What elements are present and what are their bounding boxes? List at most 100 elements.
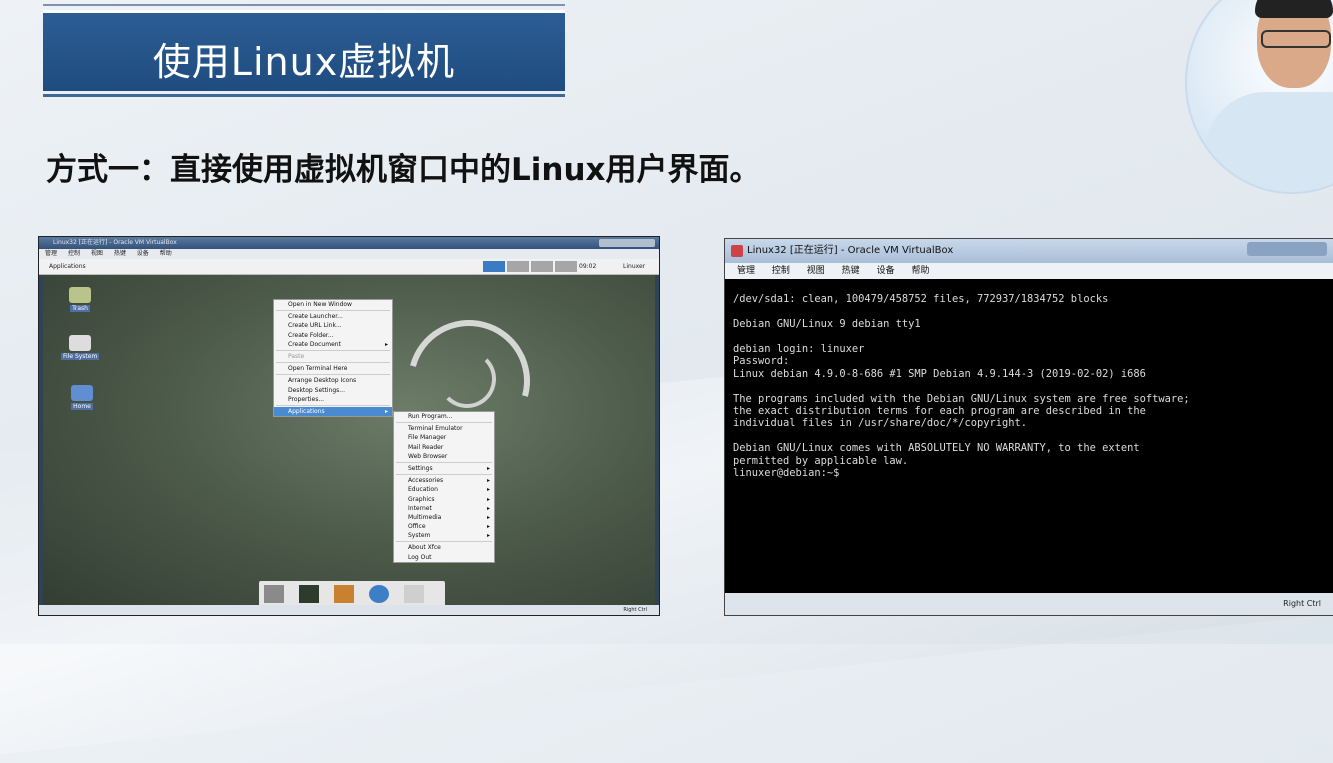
ctx-item[interactable]: Create Folder... [274, 331, 392, 340]
menu-item[interactable]: 帮助 [160, 250, 172, 257]
menu-item[interactable]: 帮助 [911, 266, 929, 276]
app-menu-item[interactable]: Web Browser [394, 452, 494, 461]
panel-clock[interactable]: 09:02 [579, 259, 596, 274]
menu-item[interactable]: 控制 [68, 250, 80, 257]
ctx-item[interactable]: Arrange Desktop Icons [274, 376, 392, 385]
window-controls[interactable] [599, 239, 655, 247]
virtualbox-icon [731, 245, 743, 257]
left-vm-statusbar: Right Ctrl [39, 605, 659, 615]
xfce-dock [259, 581, 445, 607]
right-vm-titlebar[interactable]: Linux32 [正在运行] - Oracle VM VirtualBox [725, 239, 1333, 263]
submenu-arrow-icon: ▸ [384, 340, 388, 348]
menu-item[interactable]: 热键 [114, 250, 126, 257]
ctx-item[interactable]: Create URL Link... [274, 321, 392, 330]
menu-item[interactable]: 热键 [842, 266, 860, 276]
panel-user[interactable]: Linuxer [623, 259, 645, 274]
linux-console[interactable]: /dev/sda1: clean, 100479/458752 files, 7… [733, 281, 1333, 589]
menu-item[interactable]: 管理 [737, 266, 755, 276]
desktop-icon-filesystem[interactable]: File System [61, 335, 100, 360]
web-browser-icon[interactable] [369, 585, 390, 603]
app-menu-item[interactable]: Log Out [394, 553, 494, 562]
app-menu-label: File Manager [408, 434, 447, 442]
trash-icon [69, 287, 91, 303]
app-menu-item[interactable]: Run Program... [394, 412, 494, 421]
window-controls[interactable] [1247, 242, 1327, 256]
submenu-arrow-icon: ▸ [486, 523, 490, 531]
ctx-item[interactable]: Properties... [274, 395, 392, 404]
menu-item[interactable]: 设备 [877, 266, 895, 276]
ctx-item-label: Applications [288, 407, 325, 415]
right-vm-statusbar: Right Ctrl [725, 593, 1333, 615]
app-menu-item[interactable]: Office ▸ [394, 522, 494, 531]
title-rule-bottom [43, 94, 565, 97]
menu-item[interactable]: 视图 [807, 266, 825, 276]
submenu-arrow-icon: ▸ [486, 486, 490, 494]
app-menu-item[interactable]: Terminal Emulator [394, 424, 494, 433]
console-line: /dev/sda1: clean, 100479/458752 files, 7… [733, 293, 1109, 306]
app-menu-item[interactable]: Multimedia ▸ [394, 513, 494, 522]
ctx-item[interactable]: Desktop Settings... [274, 386, 392, 395]
presenter-avatar [1185, 0, 1333, 194]
separator [396, 461, 492, 463]
separator [396, 422, 492, 424]
ctx-item[interactable]: Paste [274, 352, 392, 361]
desktop-icon-home[interactable]: Home [71, 385, 93, 410]
ctx-item[interactable]: Create Launcher... [274, 312, 392, 321]
ctx-item-label: Open in New Window [288, 301, 352, 308]
app-menu-label: Terminal Emulator [408, 425, 463, 433]
separator [276, 362, 390, 364]
ctx-item[interactable]: Open in New Window [274, 300, 392, 309]
xfce-desktop[interactable]: Trash File System Home Open in New Windo… [43, 275, 655, 611]
app-menu-label: Multimedia [408, 513, 442, 521]
submenu-arrow-icon: ▸ [486, 504, 490, 512]
ctx-item-label: Arrange Desktop Icons [288, 377, 357, 385]
app-menu-label: Accessories [408, 477, 444, 485]
separator [276, 349, 390, 351]
app-menu-item[interactable]: File Manager [394, 433, 494, 442]
menu-item[interactable]: 控制 [772, 266, 790, 276]
app-menu-label: Mail Reader [408, 443, 444, 451]
ctx-item[interactable]: Open Terminal Here [274, 364, 392, 373]
left-vm-titlebar[interactable]: Linux32 [正在运行] - Oracle VM VirtualBox [39, 237, 659, 249]
terminal-icon[interactable] [299, 585, 320, 603]
desktop-icon-label: File System [61, 353, 100, 360]
workspace-3[interactable] [531, 261, 553, 272]
app-menu-item[interactable]: Mail Reader [394, 443, 494, 452]
console-line: Debian GNU/Linux comes with ABSOLUTELY N… [733, 442, 1140, 455]
ctx-item-label: Open Terminal Here [288, 365, 348, 373]
app-menu-item[interactable]: Settings ▸ [394, 464, 494, 473]
separator [276, 404, 390, 406]
host-key-label: Right Ctrl [623, 607, 647, 613]
desktop-icon-trash[interactable]: Trash [69, 287, 91, 312]
app-menu-item[interactable]: Education ▸ [394, 485, 494, 494]
app-menu-item[interactable]: Accessories ▸ [394, 476, 494, 485]
submenu-arrow-icon: ▸ [384, 407, 388, 415]
workspace-1[interactable] [483, 261, 505, 272]
menu-item[interactable]: 设备 [137, 250, 149, 257]
menu-item[interactable]: 视图 [91, 250, 103, 257]
console-prompt: linuxer@debian:~$ [733, 467, 840, 480]
submenu-arrow-icon: ▸ [486, 464, 490, 472]
app-menu-item[interactable]: About Xfce [394, 543, 494, 552]
app-menu-label: Internet [408, 504, 432, 512]
app-menu-label: Web Browser [408, 452, 448, 460]
app-menu-item[interactable]: Internet ▸ [394, 504, 494, 513]
app-menu-item[interactable]: System ▸ [394, 531, 494, 540]
ctx-item-applications[interactable]: Applications ▸ [274, 406, 392, 417]
file-manager-icon[interactable] [334, 585, 355, 603]
app-finder-icon[interactable] [404, 585, 425, 603]
app-menu-item[interactable]: Graphics ▸ [394, 495, 494, 504]
console-line: individual files in /usr/share/doc/*/cop… [733, 417, 1028, 430]
ctx-item-label: Properties... [288, 395, 325, 403]
applications-menu-button[interactable]: Applications [49, 259, 86, 274]
show-desktop-icon[interactable] [264, 585, 284, 603]
desktop-icon-label: Trash [70, 305, 90, 312]
app-menu-label: Graphics [408, 495, 435, 503]
menu-item[interactable]: 管理 [45, 250, 57, 257]
workspace-4[interactable] [555, 261, 577, 272]
workspace-2[interactable] [507, 261, 529, 272]
debian-swirl-inner [438, 350, 496, 408]
ctx-item[interactable]: Create Document ▸ [274, 340, 392, 349]
